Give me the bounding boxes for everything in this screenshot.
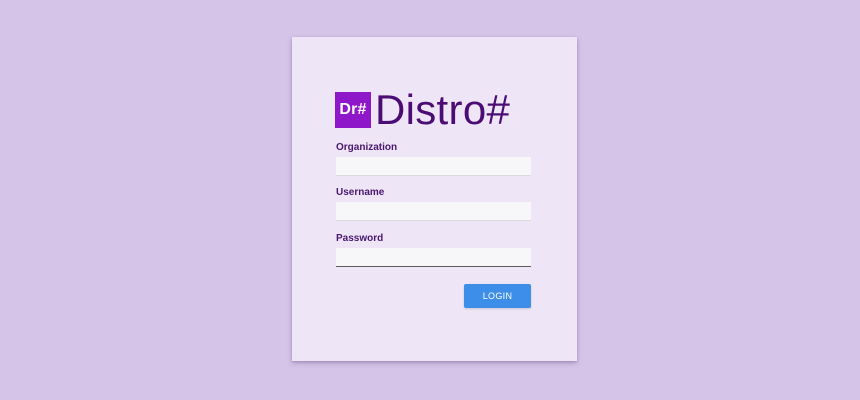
password-input[interactable] <box>336 248 531 267</box>
app-title: Distro# <box>375 86 511 133</box>
login-button[interactable]: LOGIN <box>464 284 531 308</box>
password-label: Password <box>336 233 384 244</box>
username-label: Username <box>336 187 385 198</box>
organization-input[interactable] <box>336 157 531 176</box>
username-input[interactable] <box>336 202 531 221</box>
logo-badge: Dr# <box>335 92 371 128</box>
organization-label: Organization <box>336 142 398 153</box>
app-logo: Dr# Distro# <box>335 89 510 131</box>
login-card: Dr# Distro# Organization Username Passwo… <box>292 37 577 361</box>
